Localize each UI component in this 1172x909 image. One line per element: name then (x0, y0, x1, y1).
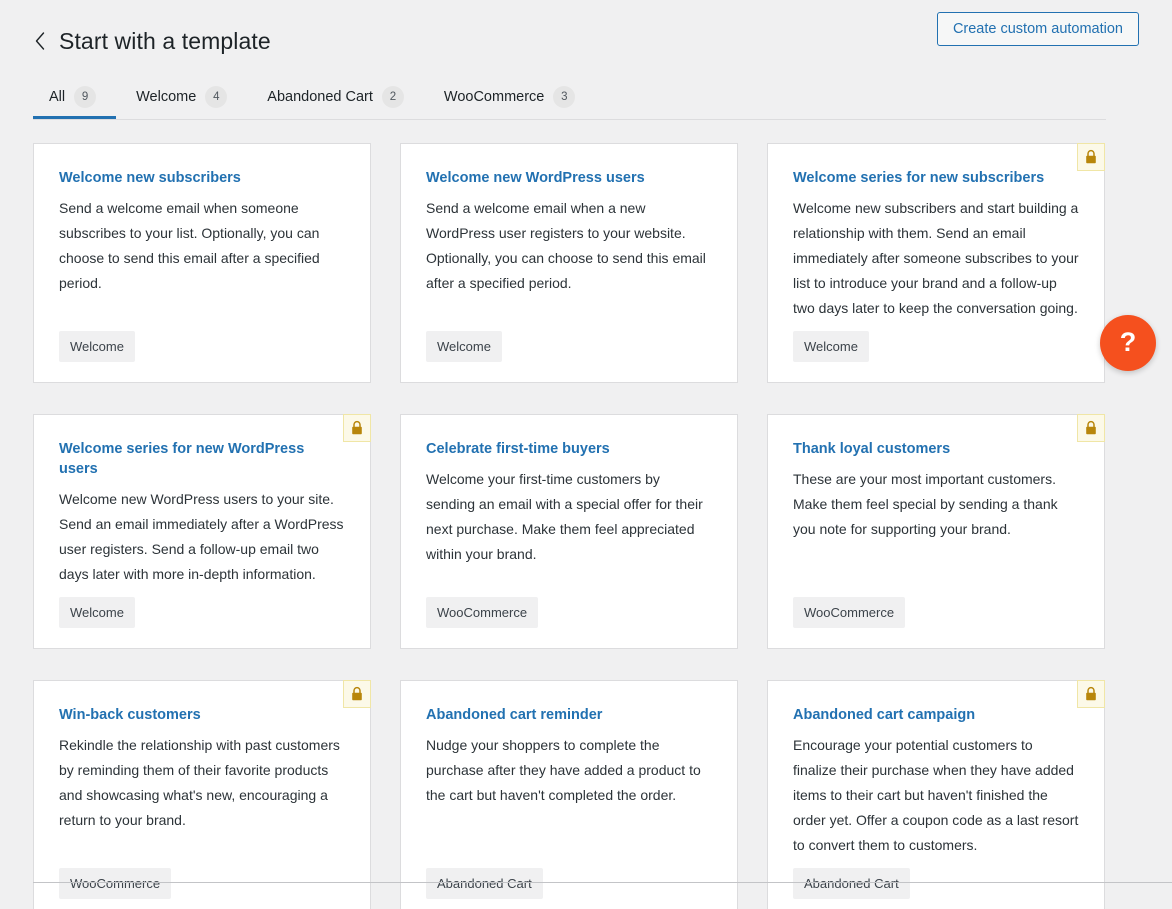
card-spacer (793, 542, 1079, 597)
template-card-title[interactable]: Abandoned cart reminder (426, 705, 712, 725)
template-card-title[interactable]: Welcome series for new subscribers (793, 168, 1079, 188)
template-card-title[interactable]: Welcome new WordPress users (426, 168, 712, 188)
template-card-title[interactable]: Welcome series for new WordPress users (59, 439, 345, 479)
template-card[interactable]: Win-back customers Rekindle the relations… (33, 680, 371, 909)
templates-grid: Welcome new subscribers Send a welcome em… (33, 143, 1106, 909)
card-spacer (59, 833, 345, 868)
card-spacer (59, 296, 345, 331)
lock-icon (1077, 680, 1105, 708)
template-card-tag: Welcome (59, 331, 135, 362)
tab-welcome[interactable]: Welcome 4 (116, 78, 247, 119)
tab-count-badge: 4 (205, 86, 228, 108)
template-card-tag: Welcome (793, 331, 869, 362)
tab-count-badge: 2 (381, 86, 404, 108)
template-card-tag: WooCommerce (59, 868, 172, 899)
template-card-title[interactable]: Abandoned cart campaign (793, 705, 1079, 725)
question-mark-icon: ? (1119, 326, 1137, 357)
template-card[interactable]: Abandoned cart reminder Nudge your shoppe… (400, 680, 738, 909)
template-card-title[interactable]: Welcome new subscribers (59, 168, 345, 188)
template-card-title[interactable]: Thank loyal customers (793, 439, 1079, 459)
tab-label: All (49, 89, 66, 105)
lock-icon (1077, 414, 1105, 442)
tab-count-badge: 3 (553, 86, 576, 108)
tabs-list: All 9 Welcome 4 Abandoned Cart 2 WooCommerce 3 (33, 78, 1106, 119)
template-card[interactable]: Welcome new WordPress users Send a welcom… (400, 143, 738, 383)
page-title: Start with a template (59, 28, 271, 55)
page-header: Start with a template Create custom auto… (0, 0, 1172, 62)
tab-label: Welcome (136, 89, 197, 105)
tab-woocommerce[interactable]: WooCommerce 3 (424, 78, 595, 119)
template-card-description: Welcome your first-time customers by sen… (426, 471, 703, 562)
lock-icon (1077, 143, 1105, 171)
template-card-tag: WooCommerce (793, 597, 906, 628)
template-card-description: Welcome new WordPress users to your site… (59, 491, 344, 582)
help-button[interactable]: ? (1100, 315, 1156, 371)
tab-abandoned-cart[interactable]: Abandoned Cart 2 (247, 78, 424, 119)
template-card-description: Nudge your shoppers to complete the purc… (426, 737, 701, 803)
template-card-title[interactable]: Win-back customers (59, 705, 345, 725)
templates-page: Start with a template Create custom auto… (0, 0, 1172, 909)
template-card[interactable]: Welcome series for new WordPress users We… (33, 414, 371, 649)
template-card-tag: Abandoned Cart (426, 868, 543, 899)
template-card-title[interactable]: Celebrate first-time buyers (426, 439, 712, 459)
card-spacer (59, 587, 345, 597)
template-card[interactable]: Abandoned cart campaign Encourage your po… (767, 680, 1105, 909)
card-spacer (426, 567, 712, 597)
template-card-tag: WooCommerce (426, 597, 539, 628)
template-card-description: Send a welcome email when a new WordPres… (426, 200, 706, 291)
header-left-group: Start with a template (33, 12, 271, 71)
template-card-description: Welcome new subscribers and start buildi… (793, 200, 1079, 316)
template-card-tag: Abandoned Cart (793, 868, 910, 899)
template-card-tag: Welcome (426, 331, 502, 362)
card-spacer (426, 296, 712, 331)
card-spacer (426, 808, 712, 868)
tab-label: Abandoned Cart (267, 89, 373, 105)
template-filter-tabs: All 9 Welcome 4 Abandoned Cart 2 WooCommerce 3 (33, 78, 1106, 120)
template-card-tag: Welcome (59, 597, 135, 628)
template-card-description: Encourage your potential customers to fi… (793, 737, 1079, 853)
tab-label: WooCommerce (443, 89, 545, 105)
card-spacer (793, 321, 1079, 331)
footer-divider (33, 882, 1172, 883)
template-card[interactable]: Welcome new subscribers Send a welcome em… (33, 143, 371, 383)
lock-icon (343, 414, 371, 442)
create-custom-automation-button[interactable]: Create custom automation (936, 12, 1139, 46)
template-card[interactable]: Celebrate first-time buyers Welcome your … (400, 414, 738, 649)
template-card-description: These are your most important customers.… (793, 471, 1058, 537)
card-spacer (793, 858, 1079, 868)
template-card-description: Send a welcome email when someone subscr… (59, 200, 320, 291)
chevron-left-icon[interactable] (33, 30, 47, 52)
template-card[interactable]: Welcome series for new subscribers Welcom… (767, 143, 1105, 383)
template-card-description: Rekindle the relationship with past cust… (59, 737, 340, 828)
tab-count-badge: 9 (74, 86, 97, 108)
tab-all[interactable]: All 9 (33, 78, 117, 119)
template-card[interactable]: Thank loyal customers These are your most… (767, 414, 1105, 649)
lock-icon (343, 680, 371, 708)
